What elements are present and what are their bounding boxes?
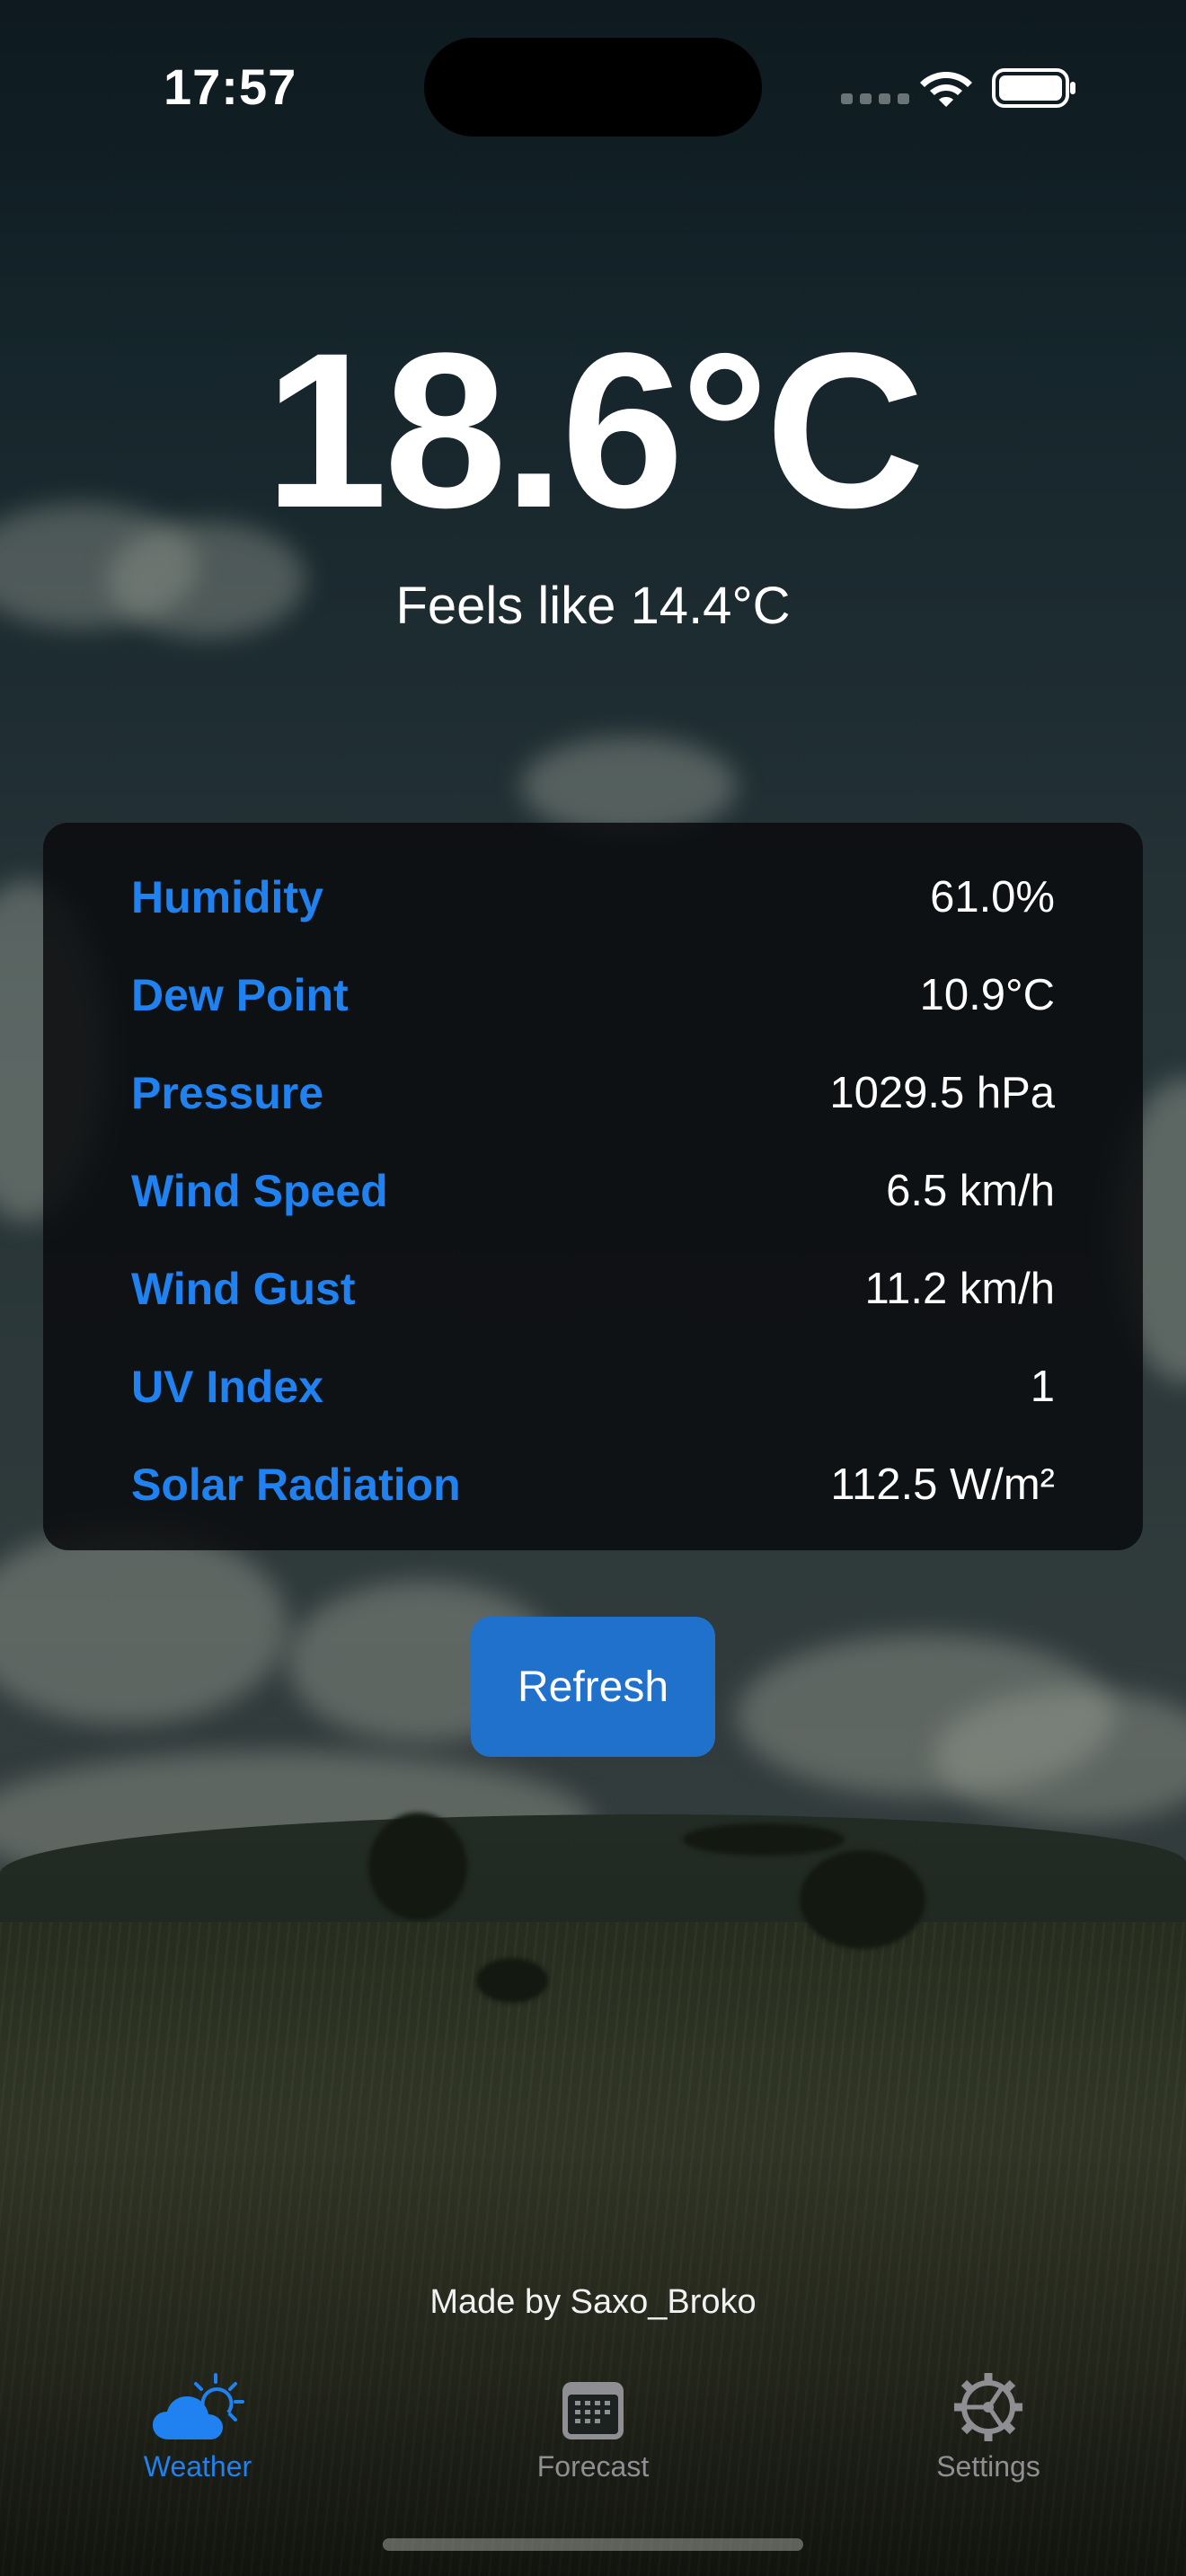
- tab-forecast[interactable]: Forecast: [458, 2353, 728, 2483]
- metric-value: 10.9°C: [919, 971, 1055, 1019]
- calendar-icon: [562, 2382, 624, 2439]
- metric-label: Solar Radiation: [131, 1460, 461, 1510]
- metric-row-solar-radiation: Solar Radiation 112.5 W/m²: [131, 1453, 1055, 1516]
- home-indicator: [383, 2538, 803, 2551]
- metric-label: Dew Point: [131, 970, 349, 1020]
- wifi-icon: [920, 72, 972, 107]
- metric-row-humidity: Humidity 61.0%: [131, 866, 1055, 929]
- tab-label: Weather: [143, 2450, 252, 2483]
- status-time: 17:57: [164, 58, 297, 115]
- gear-icon: [954, 2373, 1022, 2441]
- credit-text: Made by Saxo_Broko: [429, 2283, 757, 2321]
- metric-label: Wind Gust: [131, 1264, 356, 1314]
- tab-settings[interactable]: Settings: [854, 2353, 1123, 2483]
- metric-value: 1: [1030, 1363, 1055, 1411]
- refresh-button[interactable]: Refresh: [471, 1617, 715, 1757]
- metric-row-wind-speed: Wind Speed 6.5 km/h: [131, 1160, 1055, 1222]
- cloud-sun-icon: [153, 2373, 244, 2439]
- metric-label: Humidity: [131, 872, 323, 922]
- metric-row-wind-gust: Wind Gust 11.2 km/h: [131, 1257, 1055, 1320]
- dynamic-island: [424, 38, 762, 137]
- metric-label: Pressure: [131, 1068, 324, 1118]
- metric-value: 112.5 W/m²: [830, 1460, 1055, 1509]
- metric-label: UV Index: [131, 1362, 323, 1412]
- tab-label: Forecast: [536, 2450, 650, 2483]
- cellular-signal-icon: [841, 93, 909, 104]
- metric-value: 11.2 km/h: [864, 1265, 1055, 1313]
- metrics-card: Humidity 61.0% Dew Point 10.9°C Pressure…: [43, 823, 1143, 1550]
- status-bar: 17:57: [0, 0, 1186, 180]
- battery-icon: [992, 68, 1075, 108]
- metric-value: 6.5 km/h: [886, 1167, 1055, 1215]
- feels-like-text: Feels like 14.4°C: [395, 577, 791, 635]
- tab-label: Settings: [936, 2450, 1040, 2483]
- metric-row-dew-point: Dew Point 10.9°C: [131, 964, 1055, 1027]
- tab-weather[interactable]: Weather: [63, 2353, 332, 2483]
- metric-row-pressure: Pressure 1029.5 hPa: [131, 1062, 1055, 1125]
- metric-label: Wind Speed: [131, 1166, 388, 1216]
- metric-row-uv-index: UV Index 1: [131, 1355, 1055, 1418]
- current-conditions: 18.6°C Feels like 14.4°C: [0, 307, 1186, 638]
- metric-value: 1029.5 hPa: [829, 1069, 1055, 1117]
- metric-value: 61.0%: [930, 873, 1055, 922]
- current-temperature: 18.6°C: [264, 307, 925, 554]
